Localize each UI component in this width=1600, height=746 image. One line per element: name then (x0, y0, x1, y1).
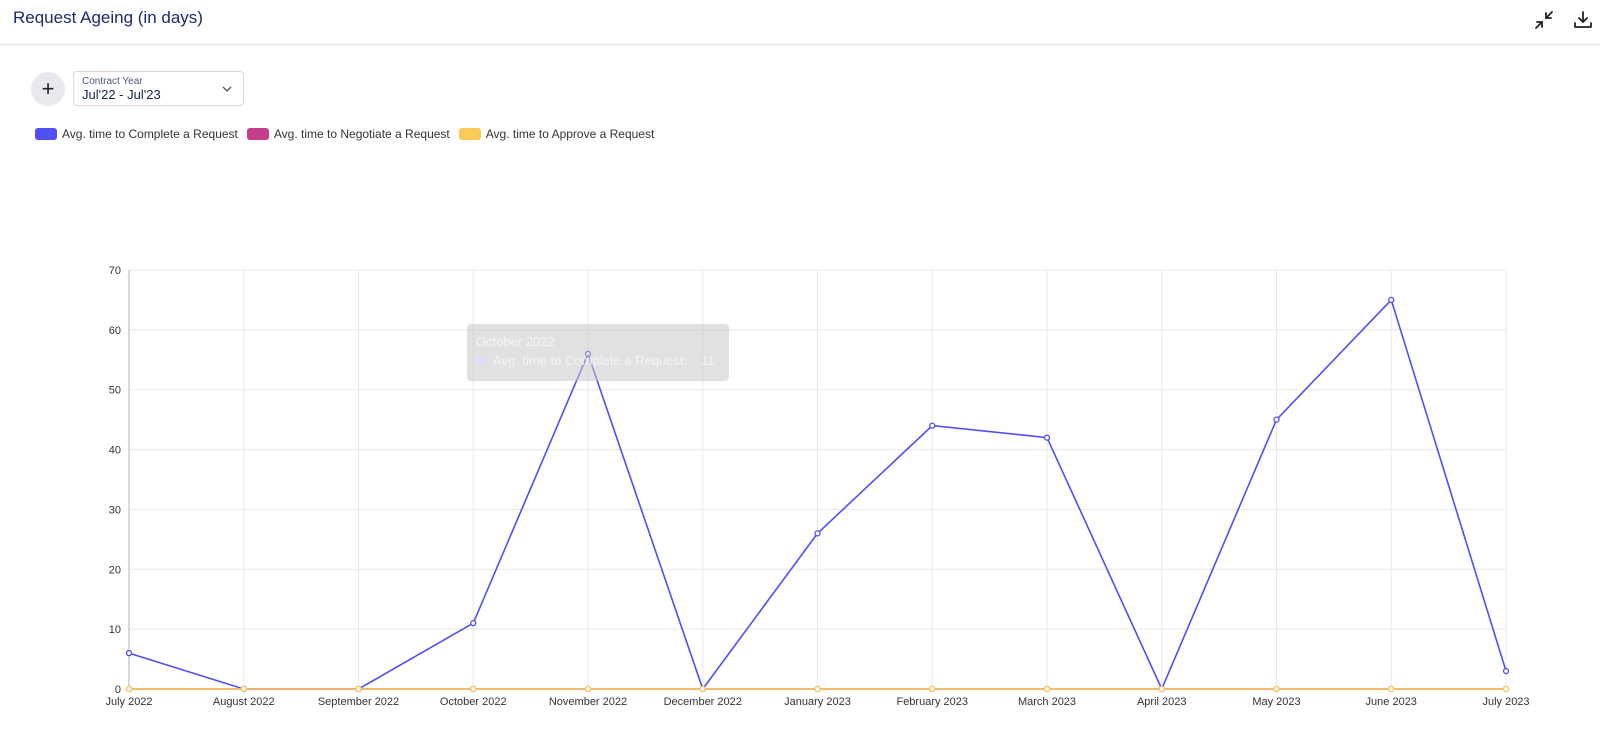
y-tick-label: 60 (109, 325, 121, 337)
x-tick-label: November 2022 (549, 696, 627, 708)
data-point-0 (1273, 416, 1280, 423)
data-point-2 (1273, 685, 1280, 693)
y-tick-label: 30 (109, 504, 121, 516)
x-tick-label: September 2022 (318, 696, 399, 708)
chart-tooltip: October 2022 Avg. time to Complete a Req… (467, 324, 729, 381)
data-point-2 (470, 685, 477, 693)
y-tick-label: 40 (109, 445, 121, 457)
y-tick-label: 0 (115, 684, 121, 696)
data-point-2 (355, 685, 362, 693)
data-point-0 (470, 620, 477, 627)
x-tick-label: January 2023 (784, 696, 851, 708)
data-point-2 (929, 685, 936, 693)
data-point-2 (1388, 685, 1395, 693)
y-tick-label: 10 (109, 624, 121, 636)
x-tick-label: July 2023 (1482, 696, 1529, 708)
data-point-0 (1388, 296, 1395, 304)
line-chart: 0 10 20 30 40 50 60 70 July 2022 August 2022 Septe… (105, 265, 1529, 708)
tooltip-swatch (476, 356, 485, 365)
data-point-0 (1502, 667, 1510, 675)
data-point-2 (1502, 685, 1510, 693)
data-point-2 (240, 685, 247, 693)
y-tick-label: 20 (109, 564, 121, 576)
tooltip-series-label: Avg. time to Complete a Request: (493, 353, 688, 368)
data-point-2 (1043, 685, 1051, 693)
data-point-0 (125, 649, 133, 657)
y-tick-label: 50 (109, 385, 121, 397)
x-tick-label: October 2022 (440, 696, 507, 708)
data-point-2 (125, 685, 133, 693)
tooltip-row: Avg. time to Complete a Request: 11 (476, 353, 715, 368)
data-point-0 (929, 422, 936, 429)
data-point-0 (1043, 434, 1051, 441)
data-point-2 (1158, 685, 1165, 693)
data-point-2 (814, 685, 821, 693)
x-tick-label: April 2023 (1137, 696, 1187, 708)
x-tick-label: May 2023 (1252, 696, 1300, 708)
x-tick-label: February 2023 (896, 696, 968, 708)
tooltip-value: 11 (701, 353, 715, 368)
x-tick-label: June 2023 (1366, 696, 1417, 708)
data-point-2 (584, 685, 592, 693)
tooltip-title: October 2022 (476, 334, 555, 349)
x-tick-label: December 2022 (664, 696, 742, 708)
x-tick-label: July 2022 (105, 696, 152, 708)
x-tick-label: March 2023 (1018, 696, 1076, 708)
x-tick-label: August 2022 (213, 696, 275, 708)
data-point-0 (814, 530, 821, 537)
data-point-2 (699, 685, 706, 693)
y-tick-label: 70 (109, 265, 121, 277)
